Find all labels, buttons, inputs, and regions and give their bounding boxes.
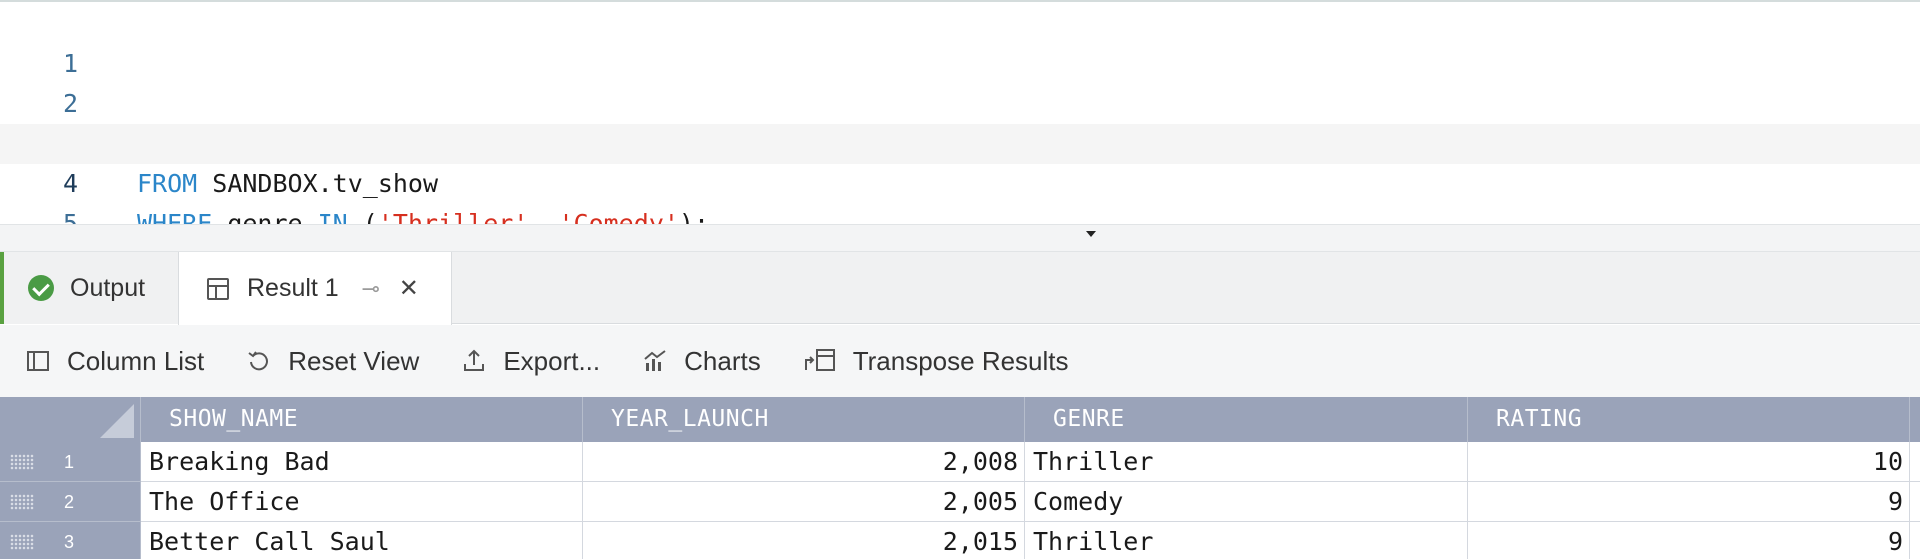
result-tabbar: Output Result 1 ⊸ ✕ <box>0 252 1920 325</box>
drag-handle-icon[interactable] <box>10 454 34 470</box>
table-row[interactable]: 3 Better Call Saul 2,015 Thriller 9 <box>0 522 1920 559</box>
chart-icon <box>642 348 668 374</box>
cell-show-name[interactable]: Breaking Bad <box>141 442 583 482</box>
code-line[interactable]: 1 <box>0 4 1920 78</box>
panel-splitter[interactable] <box>0 224 1920 252</box>
tab-result-1[interactable]: Result 1 ⊸ ✕ <box>178 252 452 325</box>
row-number: 2 <box>64 492 75 512</box>
tab-result-label: Result 1 <box>247 274 339 302</box>
tab-output[interactable]: Output <box>0 252 178 324</box>
cell-year-launch[interactable]: 2,015 <box>583 522 1025 559</box>
tab-output-label: Output <box>70 273 146 302</box>
export-label: Export... <box>503 345 601 376</box>
cell-genre[interactable]: Thriller <box>1025 442 1468 482</box>
transpose-results-button[interactable]: Transpose Results <box>803 341 1069 381</box>
sql-editor[interactable]: 1 2 SELECT * 3 FROM SANDBOX.tv_show 4 WH… <box>0 0 1920 238</box>
code-line[interactable]: 2 SELECT * <box>0 44 1920 158</box>
close-icon[interactable]: ✕ <box>399 274 419 303</box>
column-list-button[interactable]: Column List <box>25 341 204 381</box>
pin-icon[interactable]: ⊸ <box>359 276 383 302</box>
code-line[interactable]: 5 <box>0 164 1920 238</box>
export-button[interactable]: Export... <box>461 341 600 381</box>
cell-show-name[interactable]: Better Call Saul <box>141 522 583 559</box>
cell-rating[interactable]: 9 <box>1468 522 1910 559</box>
code-line[interactable]: 3 FROM SANDBOX.tv_show <box>0 84 1920 198</box>
charts-button[interactable]: Charts <box>642 341 761 381</box>
export-icon <box>461 348 487 374</box>
transpose-icon <box>803 348 837 374</box>
charts-label: Charts <box>684 345 761 376</box>
table-row[interactable]: 2 The Office 2,005 Comedy 9 <box>0 482 1920 522</box>
column-header-rating[interactable]: RATING <box>1468 397 1910 442</box>
column-header-show-name[interactable]: SHOW_NAME <box>141 397 583 442</box>
column-header-genre[interactable]: GENRE <box>1025 397 1468 442</box>
row-header[interactable]: 2 <box>0 482 141 522</box>
code-line-current[interactable]: 4 WHERE genre IN ('Thriller', 'Comedy'); <box>0 124 1920 238</box>
column-header-year-launch[interactable]: YEAR_LAUNCH <box>583 397 1025 442</box>
table-row[interactable]: 1 Breaking Bad 2,008 Thriller 10 <box>0 442 1920 482</box>
row-number: 3 <box>64 532 75 552</box>
reset-icon <box>246 348 272 374</box>
cell-show-name[interactable]: The Office <box>141 482 583 522</box>
reset-view-button[interactable]: Reset View <box>246 341 419 381</box>
row-header[interactable]: 3 <box>0 522 141 559</box>
select-all-corner[interactable] <box>0 397 141 442</box>
result-toolbar: Column List Reset View Export... Charts … <box>0 325 1920 397</box>
collapse-arrow-icon[interactable] <box>1086 231 1096 237</box>
cell-genre[interactable]: Comedy <box>1025 482 1468 522</box>
cell-rating[interactable]: 10 <box>1468 442 1910 482</box>
column-list-label: Column List <box>67 345 205 376</box>
row-header[interactable]: 1 <box>0 442 141 482</box>
reset-view-label: Reset View <box>288 345 420 376</box>
cell-rating[interactable]: 9 <box>1468 482 1910 522</box>
cell-year-launch[interactable]: 2,008 <box>583 442 1025 482</box>
drag-handle-icon[interactable] <box>10 494 34 510</box>
transpose-results-label: Transpose Results <box>852 345 1069 376</box>
cell-genre[interactable]: Thriller <box>1025 522 1468 559</box>
drag-handle-icon[interactable] <box>10 534 34 550</box>
result-grid: SHOW_NAME YEAR_LAUNCH GENRE RATING 1 Bre… <box>0 397 1920 559</box>
grid-header: SHOW_NAME YEAR_LAUNCH GENRE RATING <box>0 397 1920 442</box>
column-list-icon <box>25 348 51 374</box>
cell-year-launch[interactable]: 2,005 <box>583 482 1025 522</box>
table-icon <box>207 277 229 300</box>
success-check-icon <box>28 275 54 301</box>
row-number: 1 <box>64 452 75 472</box>
